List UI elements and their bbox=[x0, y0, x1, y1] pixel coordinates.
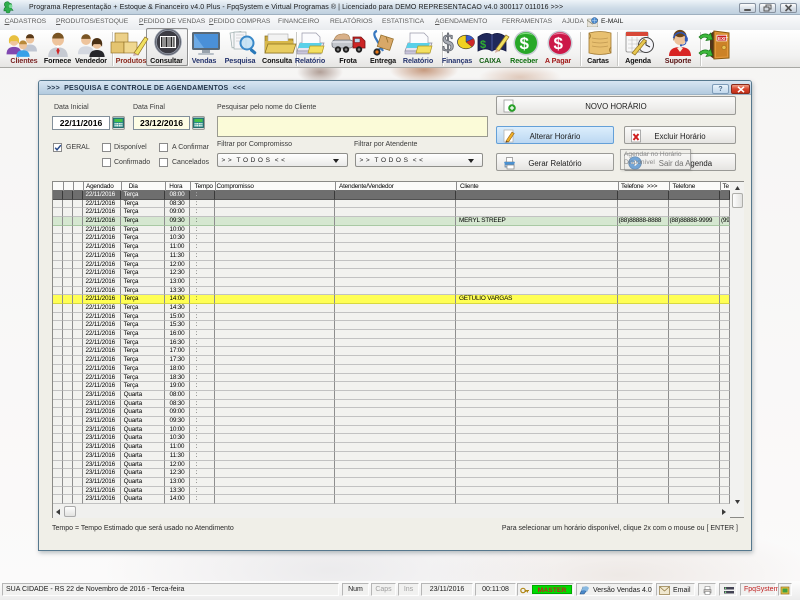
svg-text:$: $ bbox=[520, 34, 530, 53]
svg-text:$: $ bbox=[480, 39, 486, 51]
svg-text:$: $ bbox=[554, 34, 564, 53]
svg-text:$: $ bbox=[442, 31, 454, 57]
svg-text:EXIT: EXIT bbox=[718, 36, 728, 41]
